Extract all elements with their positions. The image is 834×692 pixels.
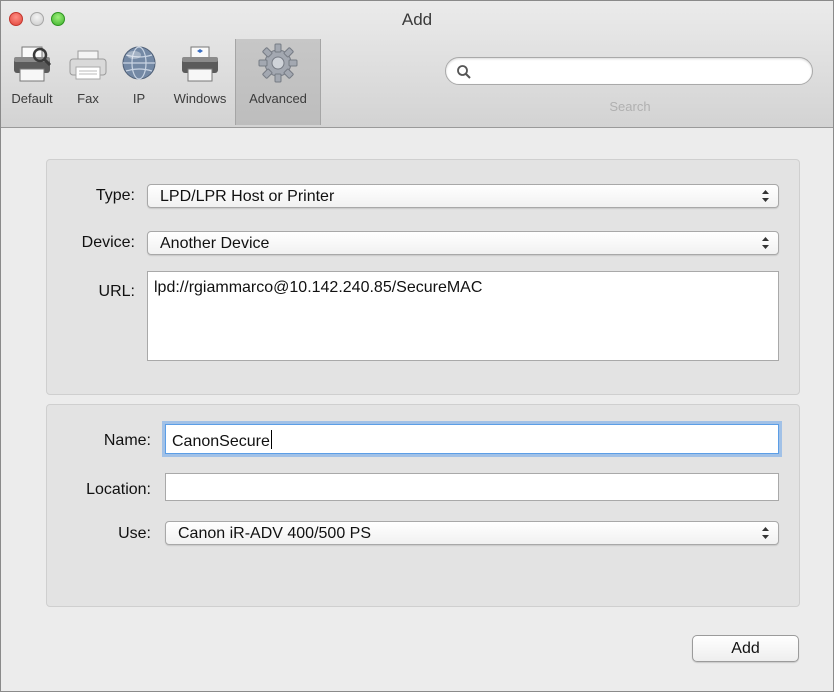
name-text-wrap: CanonSecure: [172, 430, 272, 451]
toolbar-tabs: Default Fax IP Windows Advanced: [1, 39, 321, 125]
search-field[interactable]: [445, 57, 813, 85]
tab-windows-label: Windows: [173, 91, 227, 106]
tab-advanced-label: Advanced: [249, 91, 307, 106]
popup-arrows-icon: [762, 237, 769, 249]
url-label: URL:: [98, 283, 135, 300]
gear-icon: [258, 43, 298, 83]
location-label: Location:: [86, 481, 151, 498]
add-printer-window: Add Default Fax IP Windows Advanced Sear…: [0, 0, 834, 692]
device-value: Another Device: [160, 235, 270, 252]
window-title: Add: [401, 10, 433, 29]
type-value: LPD/LPR Host or Printer: [160, 188, 335, 205]
search-label: Search: [609, 99, 651, 114]
ip-globe-icon: [122, 46, 156, 80]
add-button[interactable]: Add: [692, 635, 799, 662]
tab-default[interactable]: Default: [1, 39, 63, 125]
default-printer-icon: [14, 46, 52, 82]
windows-printer-icon: [182, 46, 218, 82]
window-toolbar: Add Default Fax IP Windows Advanced Sear…: [1, 1, 833, 128]
search-area: Search: [445, 57, 815, 114]
popup-arrows-icon: [762, 190, 769, 202]
text-caret: [270, 430, 272, 449]
use-label: Use:: [118, 525, 151, 542]
use-value: Canon iR-ADV 400/500 PS: [178, 525, 371, 542]
type-popup[interactable]: LPD/LPR Host or Printer: [147, 184, 779, 208]
type-label: Type:: [95, 187, 135, 204]
device-popup[interactable]: Another Device: [147, 231, 779, 255]
fax-icon: [69, 50, 107, 80]
device-label: Device:: [81, 234, 135, 251]
tab-fax[interactable]: Fax: [63, 39, 113, 125]
tab-windows[interactable]: Windows: [165, 39, 235, 125]
location-field[interactable]: [165, 473, 779, 501]
use-popup[interactable]: Canon iR-ADV 400/500 PS: [165, 521, 779, 545]
tab-advanced[interactable]: Advanced: [235, 39, 321, 125]
tab-fax-label: Fax: [77, 91, 99, 106]
name-value: CanonSecure: [172, 433, 270, 450]
name-field[interactable]: CanonSecure: [165, 424, 779, 454]
url-value: lpd://rgiammarco@10.142.240.85/SecureMAC: [154, 279, 483, 296]
printer-info-group: Name: CanonSecure Location: Use: Canon i…: [46, 404, 800, 607]
tab-ip-label: IP: [132, 91, 146, 106]
popup-arrows-icon: [762, 527, 769, 539]
name-label: Name:: [103, 432, 151, 449]
url-field[interactable]: lpd://rgiammarco@10.142.240.85/SecureMAC: [147, 271, 779, 361]
connection-group: Type: LPD/LPR Host or Printer Device: An…: [46, 159, 800, 395]
tab-default-label: Default: [11, 91, 53, 106]
tab-ip[interactable]: IP: [113, 39, 165, 125]
search-icon: [457, 65, 471, 79]
